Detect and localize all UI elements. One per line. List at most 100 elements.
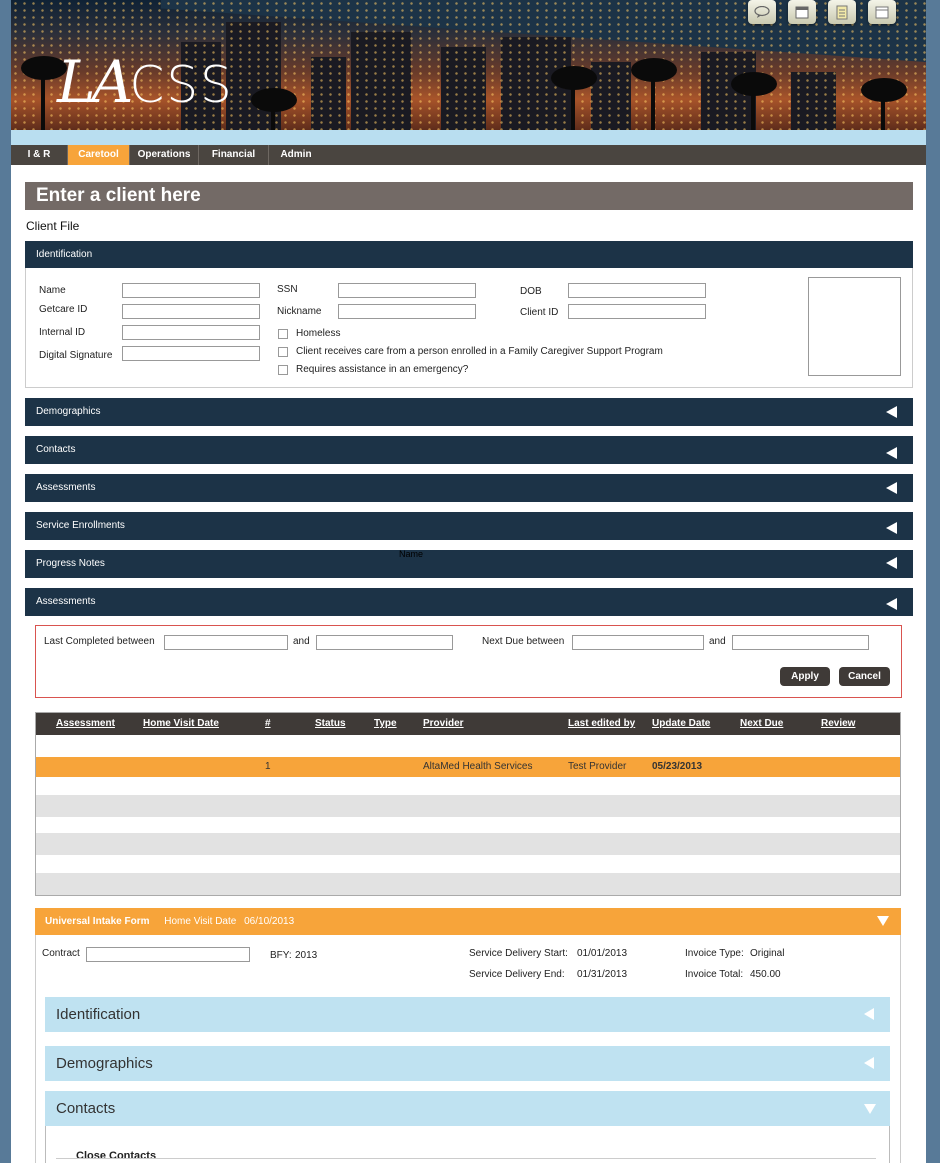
assessments-open-header[interactable]: Assessments — [25, 588, 913, 616]
invoice-type-label: Invoice Type: — [685, 948, 744, 959]
intake-contacts-header[interactable]: Contacts — [45, 1091, 890, 1126]
expand-arrow-icon[interactable] — [886, 406, 897, 418]
col-status[interactable]: Status — [315, 713, 346, 735]
table-row[interactable] — [36, 795, 900, 817]
nickname-label: Nickname — [277, 306, 322, 317]
expand-arrow-icon[interactable] — [886, 557, 897, 569]
getcare-id-label: Getcare ID — [39, 304, 88, 315]
invoice-total-value: 450.00 — [750, 969, 781, 980]
col-update-date[interactable]: Update Date — [652, 713, 710, 735]
col-assessment[interactable]: Assessment — [56, 713, 115, 735]
internal-id-field[interactable] — [122, 325, 260, 340]
contract-field[interactable] — [86, 947, 250, 962]
col-review[interactable]: Review — [821, 713, 855, 735]
progress-notes-overlay-text: Name — [399, 549, 424, 559]
collapse-arrow-icon[interactable] — [877, 916, 889, 926]
next-due-to-field[interactable] — [732, 635, 869, 650]
homeless-checkbox[interactable] — [278, 329, 288, 339]
last-completed-to-field[interactable] — [316, 635, 453, 650]
tab-operations[interactable]: Operations — [130, 145, 199, 165]
next-due-from-field[interactable] — [572, 635, 704, 650]
last-completed-label: Last Completed between — [44, 636, 155, 647]
row-provider: AltaMed Health Services — [423, 761, 533, 772]
assessment-filter: Last Completed between and Next Due betw… — [35, 625, 902, 698]
main-nav: I & R Caretool Operations Financial Admi… — [11, 145, 926, 165]
next-due-label: Next Due between — [482, 636, 565, 647]
assessments-header[interactable]: Assessments — [25, 474, 913, 502]
notes-icon[interactable] — [828, 0, 856, 24]
ssn-field[interactable] — [338, 283, 476, 298]
demographics-label: Demographics — [36, 406, 101, 417]
intake-demographics-header[interactable]: Demographics — [45, 1046, 890, 1081]
cancel-button[interactable]: Cancel — [839, 667, 890, 686]
tab-i-and-r[interactable]: I & R — [11, 145, 68, 165]
apply-button[interactable]: Apply — [780, 667, 830, 686]
palm-tree — [731, 72, 777, 96]
chat-icon[interactable] — [748, 0, 776, 24]
and-label: and — [293, 636, 310, 647]
col-home-visit-date[interactable]: Home Visit Date — [143, 713, 219, 735]
assessments-table: Assessment Home Visit Date # Status Type… — [35, 712, 901, 896]
calendar-icon[interactable] — [788, 0, 816, 24]
progress-notes-label: Progress Notes — [36, 558, 105, 569]
palm-tree — [631, 58, 677, 82]
service-enrollments-header[interactable]: Service Enrollments — [25, 512, 913, 540]
nickname-field[interactable] — [338, 304, 476, 319]
digital-signature-label: Digital Signature — [39, 350, 113, 361]
internal-id-label: Internal ID — [39, 327, 86, 338]
intake-identification-label: Identification — [56, 1006, 141, 1023]
window-icon[interactable] — [868, 0, 896, 24]
expand-arrow-icon[interactable] — [886, 447, 897, 459]
table-row[interactable] — [36, 833, 900, 855]
name-label: Name — [39, 285, 66, 296]
caregiver-checkbox[interactable] — [278, 347, 288, 357]
expand-arrow-icon[interactable] — [886, 482, 897, 494]
client-id-label: Client ID — [520, 307, 559, 318]
row-number: 1 — [265, 761, 271, 772]
service-delivery-start-value: 01/01/2013 — [577, 948, 628, 959]
col-next-due[interactable]: Next Due — [740, 713, 783, 735]
ssn-label: SSN — [277, 284, 298, 295]
contacts-header[interactable]: Contacts — [25, 436, 913, 464]
header-banner: LACSS — [11, 0, 926, 132]
expand-arrow-icon[interactable] — [864, 1057, 874, 1069]
tab-financial[interactable]: Financial — [199, 145, 269, 165]
bfy-label: BFY: — [270, 950, 292, 961]
home-visit-date: 06/10/2013 — [244, 916, 295, 927]
assessments-open-label: Assessments — [36, 596, 96, 607]
col-type[interactable]: Type — [374, 713, 397, 735]
col-provider[interactable]: Provider — [423, 713, 464, 735]
collapse-arrow-icon[interactable] — [864, 1104, 876, 1114]
client-id-field[interactable] — [568, 304, 706, 319]
service-delivery-start-label: Service Delivery Start: — [469, 948, 568, 959]
dob-field[interactable] — [568, 283, 706, 298]
homeless-label: Homeless — [296, 328, 341, 339]
table-row[interactable]: 1 AltaMed Health Services Test Provider … — [36, 757, 900, 777]
identification-panel: Name Getcare ID Internal ID Digital Sign… — [25, 268, 913, 388]
last-completed-from-field[interactable] — [164, 635, 288, 650]
lacss-logo: LACSS — [57, 48, 234, 116]
name-field[interactable] — [122, 283, 260, 298]
contacts-label: Contacts — [36, 444, 76, 455]
intake-form-header[interactable]: Universal Intake Form Home Visit Date 06… — [35, 908, 901, 935]
table-row[interactable] — [36, 873, 900, 895]
expand-arrow-icon[interactable] — [864, 1008, 874, 1020]
expand-arrow-icon[interactable] — [886, 522, 897, 534]
and-label: and — [709, 636, 726, 647]
progress-notes-header[interactable]: Progress Notes Name — [25, 549, 913, 578]
getcare-id-field[interactable] — [122, 304, 260, 319]
client-photo-placeholder[interactable] — [808, 277, 901, 376]
page-title: Enter a client here — [25, 182, 913, 210]
invoice-type-value: Original — [750, 948, 785, 959]
service-delivery-end-value: 01/31/2013 — [577, 969, 628, 980]
digital-signature-field[interactable] — [122, 346, 260, 361]
col-number[interactable]: # — [265, 713, 271, 735]
tab-admin[interactable]: Admin — [269, 145, 323, 165]
col-last-edited-by[interactable]: Last edited by — [568, 713, 635, 735]
tab-caretool[interactable]: Caretool — [68, 145, 130, 165]
identification-header[interactable]: Identification — [25, 241, 913, 269]
intake-identification-header[interactable]: Identification — [45, 997, 890, 1032]
emergency-checkbox[interactable] — [278, 365, 288, 375]
collapse-arrow-icon[interactable] — [886, 598, 897, 610]
demographics-header[interactable]: Demographics — [25, 398, 913, 426]
